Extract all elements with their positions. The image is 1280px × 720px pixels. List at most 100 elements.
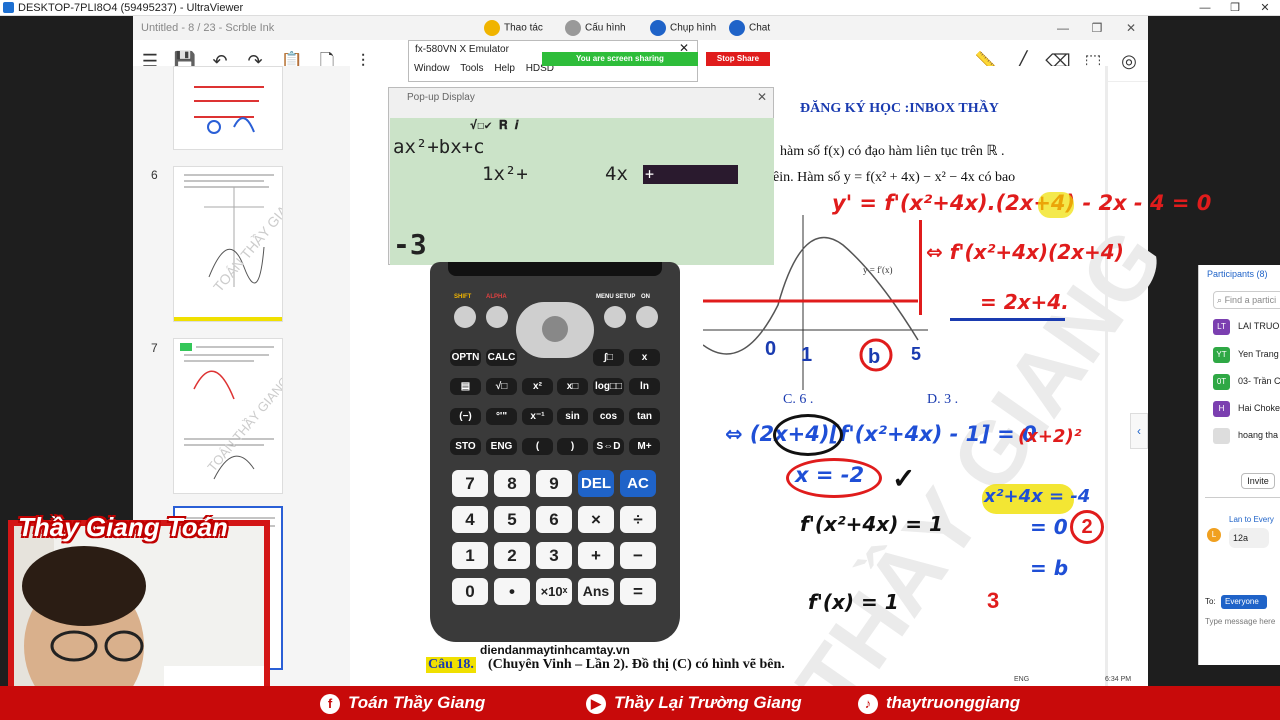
invite-button[interactable]: Invite [1241,473,1275,489]
calc-key[interactable]: CALC [486,349,517,366]
integral-key[interactable]: ∫□ [593,349,624,366]
eng-key[interactable]: ENG [486,438,517,455]
graph-mark-5: 5 [911,344,921,364]
handwriting-eq9: (x+2)² [1018,426,1082,447]
key-1[interactable]: 1 [452,542,488,569]
square-key[interactable]: x² [522,378,553,395]
negative-key[interactable]: (−) [450,408,481,425]
calculator-lcd: √☐✔ 𝐑 𝒊 ax²+bx+c 1x²+ 4x + -3 [390,118,774,265]
menu-window[interactable]: Window [414,63,450,74]
on-key[interactable] [636,306,658,328]
participant-search-input[interactable]: ⌕ Find a partici [1213,291,1280,309]
view-icon[interactable]: ◎ [1116,48,1142,74]
menu-key[interactable] [604,306,626,328]
participant-row[interactable]: YT Yen Trang [1213,345,1279,363]
shift-key[interactable] [454,306,476,328]
minimize-button[interactable]: — [1190,0,1220,16]
decimal-key[interactable]: • [494,578,530,605]
key-7[interactable]: 7 [452,470,488,497]
facebook-link[interactable]: f Toán Thầy Giang [320,692,485,714]
page-thumbnail-5[interactable] [173,66,283,150]
screen-sharing-banner: You are screen sharing [542,52,698,66]
tiktok-link[interactable]: ♪ thaytruonggiang [858,692,1020,714]
key-3[interactable]: 3 [536,542,572,569]
screenshot-button[interactable]: Chụp hình [650,20,716,36]
stop-share-button[interactable]: Stop Share [706,52,770,66]
optn-key[interactable]: OPTN [450,349,481,366]
participant-row[interactable]: H Hai Choke [1213,399,1280,417]
ans-key[interactable]: Ans [578,578,614,605]
reciprocal-key[interactable]: x⁻¹ [522,408,553,425]
equals-key[interactable]: = [620,578,656,605]
gear-icon [565,20,581,36]
control-button[interactable]: Thao tác [484,20,543,36]
emulator-title: fx-580VN X Emulator [415,44,509,55]
camera-icon [650,20,666,36]
ln-key[interactable]: ln [629,378,660,395]
participant-row[interactable]: 0T 03- Trần C [1213,372,1280,390]
key-8[interactable]: 8 [494,470,530,497]
exp-key[interactable]: ×10ˣ [536,578,572,605]
sto-key[interactable]: STO [450,438,481,455]
open-paren-key[interactable]: ( [522,438,553,455]
maximize-button[interactable]: ❒ [1220,0,1250,16]
app-minimize-button[interactable]: — [1046,16,1080,40]
multiply-key[interactable]: × [578,506,614,533]
app-maximize-button[interactable]: ❒ [1080,16,1114,40]
lcd-indicators: √☐✔ 𝐑 𝒊 [470,118,519,132]
plus-key[interactable]: + [578,542,614,569]
handwriting-eq2: ⇔ f'(x²+4x)(2x+4) [926,240,1124,264]
sin-key[interactable]: sin [557,408,588,425]
participant-row[interactable]: hoang tha [1213,426,1278,444]
key-9[interactable]: 9 [536,470,572,497]
avatar: 0T [1213,373,1230,390]
power-key[interactable]: x□ [557,378,588,395]
ac-key[interactable]: AC [620,470,656,497]
sqrt-key[interactable]: √□ [486,378,517,395]
thumbnail-drawing [188,73,268,145]
minus-key[interactable]: − [620,542,656,569]
divide-key[interactable]: ÷ [620,506,656,533]
degree-key[interactable]: °'" [486,408,517,425]
page-thumbnail-6[interactable]: TOÁN THẦY GIANG [173,166,283,322]
youtube-link[interactable]: ▶ Thầy Lại Trường Giang [586,692,802,714]
sd-key[interactable]: S⇔D [593,438,624,455]
close-button[interactable]: ✕ [1250,0,1280,16]
page-thumbnail-7[interactable]: TOÁN THẦY GIANG [173,338,283,494]
page-number-6: 6 [151,168,158,182]
key-0[interactable]: 0 [452,578,488,605]
alpha-key[interactable] [486,306,508,328]
recipient-select[interactable]: Everyone [1221,595,1267,609]
document-heading: ĐĂNG KÝ HỌC :INBOX THẦY [800,101,999,116]
ultraviewer-title: DESKTOP-7PLI8O4 (59495237) - UltraViewer [18,1,244,14]
tan-key[interactable]: tan [629,408,660,425]
key-5[interactable]: 5 [494,506,530,533]
dpad-navigation[interactable] [516,302,594,358]
settings-button[interactable]: Cấu hình [565,20,626,36]
handwriting-eq3: = 2x+4. [980,290,1069,314]
popup-close-icon[interactable]: ✕ [757,90,767,104]
key-2[interactable]: 2 [494,542,530,569]
cos-key[interactable]: cos [593,408,624,425]
menu-tools[interactable]: Tools [460,63,483,74]
graph-mark-0: 0 [765,338,776,360]
fraction-key[interactable]: ▤ [450,378,481,395]
close-paren-key[interactable]: ) [557,438,588,455]
log-key[interactable]: log□□ [593,378,624,395]
m-plus-key[interactable]: M+ [629,438,660,455]
participant-row[interactable]: LTLAI TRUON [1213,317,1280,335]
message-input[interactable]: Type message here [1205,617,1275,626]
del-key[interactable]: DEL [578,470,614,497]
handwriting-eq11: = b [1030,556,1069,580]
key-6[interactable]: 6 [536,506,572,533]
chat-button[interactable]: Chat [729,20,770,36]
lcd-coef-a: 1x²+ [482,163,528,185]
collapse-panel-icon[interactable]: ‹ [1130,413,1148,449]
app-close-button[interactable]: ✕ [1114,16,1148,40]
menu-help[interactable]: Help [494,63,515,74]
popup-title: Pop-up Display [407,92,475,103]
key-4[interactable]: 4 [452,506,488,533]
graph-mark-1: 1 [801,344,812,366]
calculator-body: SHIFT ALPHA MENU SETUP ON OPTN CALC ∫□ x… [430,262,680,642]
x-key[interactable]: x [629,349,660,366]
